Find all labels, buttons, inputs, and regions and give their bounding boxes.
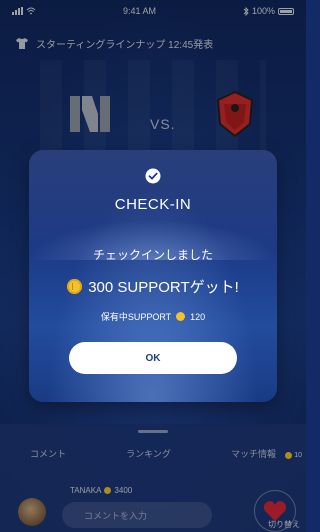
held-support-row: 保有中SUPPORT 120 — [29, 310, 277, 323]
checkin-message: チェックインしました — [92, 248, 213, 262]
check-circle-icon — [145, 168, 161, 184]
held-support-label: 保有中SUPPORT — [100, 312, 172, 322]
reward-row: 300 SUPPORTゲット! — [29, 276, 277, 297]
reward-text: 300 SUPPORTゲット! — [88, 279, 239, 296]
coin-icon — [176, 312, 186, 321]
checkin-modal: CHECK-IN チェックインしました 300 SUPPORTゲット! 保有中S… — [29, 150, 277, 402]
coin-icon — [67, 279, 83, 294]
held-support-value: 120 — [190, 311, 206, 322]
modal-title: CHECK-IN — [114, 196, 192, 213]
ok-button[interactable]: OK — [69, 342, 237, 374]
